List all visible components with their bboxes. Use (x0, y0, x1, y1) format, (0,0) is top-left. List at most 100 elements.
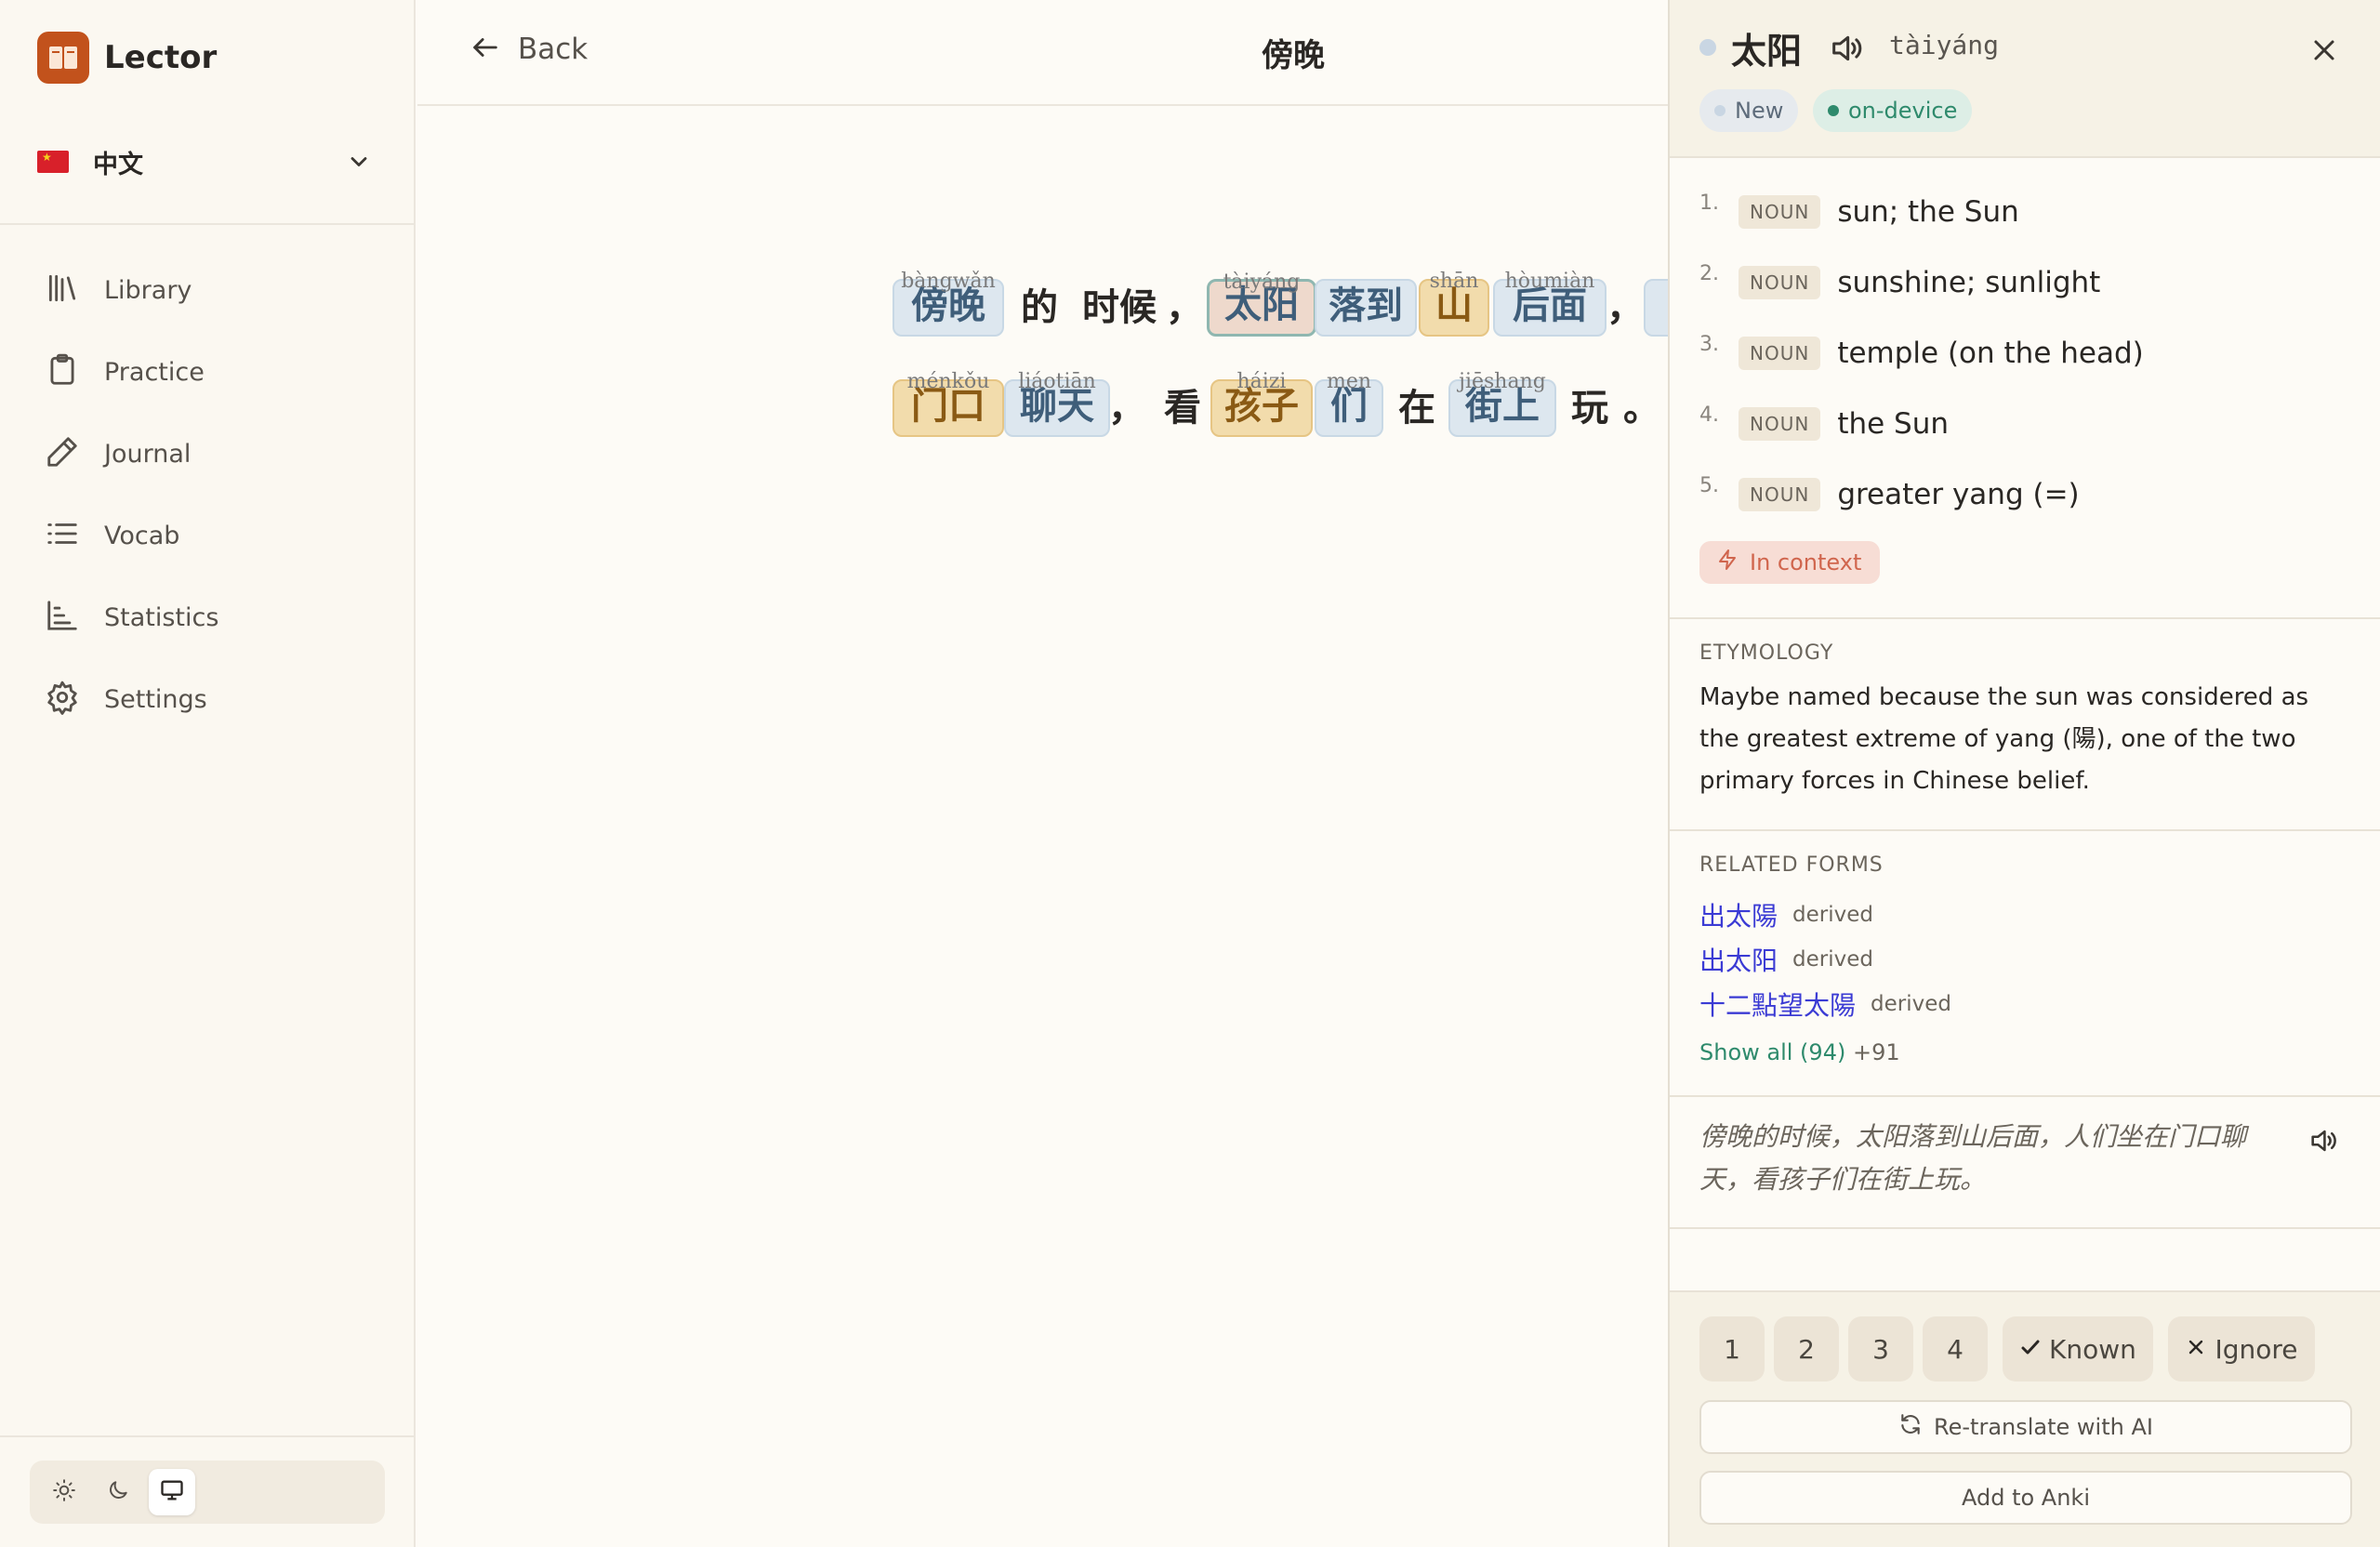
close-icon[interactable] (2307, 33, 2341, 71)
retranslate-button[interactable]: Re-translate with AI (1699, 1400, 2352, 1454)
word-token[interactable]: men 们 (1315, 370, 1383, 437)
app-name: Lector (104, 39, 218, 76)
punctuation: 。 (1621, 379, 1662, 437)
ignore-label: Ignore (2215, 1333, 2298, 1365)
brand[interactable]: Lector (37, 32, 217, 84)
x-icon (2185, 1334, 2207, 1365)
etymology-text: Maybe named because the sun was consider… (1699, 683, 2309, 795)
word-token[interactable]: háizi 孩子 (1210, 370, 1313, 437)
related-form-link[interactable]: 出太陽 (1699, 896, 1778, 933)
source-badge: on-device (1813, 89, 1973, 132)
document-title: 傍晚 (1262, 37, 1325, 74)
related-form-item: 出太阳 derived (1699, 937, 1951, 982)
known-button[interactable]: Known (2003, 1316, 2153, 1382)
word-text: ， (1108, 387, 1145, 430)
word-token[interactable]: ménkǒu 门口 (892, 370, 1004, 437)
word-token[interactable]: 的 (1012, 279, 1067, 337)
definition-number: 1. (1699, 192, 1719, 215)
add-to-anki-label: Add to Anki (1961, 1485, 2090, 1511)
theme-dark-button[interactable] (95, 1469, 141, 1515)
word-token[interactable]: 在 (1389, 379, 1445, 437)
sidebar-item-label: Settings (104, 684, 207, 714)
sidebar-item-label: Library (104, 275, 192, 305)
language-select[interactable]: 中文 (37, 138, 379, 186)
list-icon (45, 516, 80, 555)
word-token-clipped[interactable] (1644, 279, 1668, 337)
in-context-button[interactable]: In context (1699, 541, 1881, 584)
definitions-list: 1. NOUN sun; the Sun 2. NOUN sunshine; s… (1699, 177, 2350, 530)
pinyin-annotation: ménkǒu (906, 370, 990, 393)
part-of-speech-badge: NOUN (1739, 407, 1821, 441)
word-text: ， (1166, 286, 1203, 329)
pinyin-annotation: shān (1429, 270, 1479, 293)
definition-text: sunshine; sunlight (1837, 266, 2101, 299)
related-form-item: 出太陽 derived (1699, 892, 1951, 937)
word-token[interactable]: shān 山 (1419, 270, 1489, 337)
sidebar-item-journal[interactable]: Journal (0, 413, 416, 495)
punctuation: ， (1606, 279, 1644, 337)
word-token[interactable]: 玩 (1562, 379, 1618, 437)
add-to-anki-button[interactable]: Add to Anki (1699, 1471, 2352, 1525)
definition-item: 1. NOUN sun; the Sun (1699, 177, 2350, 247)
related-form-link[interactable]: 十二點望太陽 (1699, 985, 1856, 1023)
sidebar-item-statistics[interactable]: Statistics (0, 576, 416, 658)
rating-3-button[interactable]: 3 (1848, 1316, 1913, 1382)
word-token[interactable]: 看 (1155, 379, 1210, 437)
punctuation: ， (1108, 379, 1145, 437)
word-text: 落到 (1329, 284, 1403, 327)
book-logo-icon (37, 32, 89, 84)
rating-4-button[interactable]: 4 (1923, 1316, 1988, 1382)
definition-number: 2. (1699, 262, 1719, 285)
back-label: Back (518, 33, 588, 66)
panel-header: 太阳 tàiyáng New on-device (1670, 0, 2380, 158)
check-icon (2019, 1334, 2042, 1365)
section-divider (1670, 617, 2380, 619)
known-label: Known (2049, 1333, 2136, 1365)
related-form-link[interactable]: 出太阳 (1699, 941, 1778, 978)
speaker-icon[interactable] (1828, 30, 1865, 71)
back-button[interactable]: Back (469, 32, 588, 67)
sidebar-item-library[interactable]: Library (0, 249, 416, 331)
sidebar-item-label: Statistics (104, 602, 219, 632)
status-badge: New (1699, 89, 1799, 132)
rating-1-button[interactable]: 1 (1699, 1316, 1765, 1382)
theme-switcher (30, 1461, 385, 1524)
sidebar-item-label: Vocab (104, 521, 180, 550)
ignore-button[interactable]: Ignore (2168, 1316, 2315, 1382)
status-dot (1699, 39, 1716, 56)
definition-item: 2. NOUN sunshine; sunlight (1699, 247, 2350, 318)
theme-system-button[interactable] (149, 1469, 195, 1515)
word-token[interactable]: 时候 (1073, 279, 1166, 337)
word-token[interactable]: 落到 (1315, 279, 1417, 337)
word-token-selected[interactable]: tàiyáng 太阳 (1207, 271, 1316, 337)
etymology-heading: ETYMOLOGY (1699, 641, 1834, 665)
word-token[interactable]: hòumiàn 后面 (1493, 270, 1606, 337)
rating-2-button[interactable]: 2 (1774, 1316, 1839, 1382)
speaker-icon[interactable] (2307, 1125, 2339, 1160)
sidebar-item-vocab[interactable]: Vocab (0, 495, 416, 576)
reader-line: ménkǒu 门口 liáotiān 聊天 ， 看 háizi 孩子 men 们 在 j… (891, 361, 1668, 443)
word-token[interactable]: liáotiān 聊天 (1004, 370, 1110, 437)
sidebar: Lector 中文 Library Practice Journal (0, 0, 416, 1547)
theme-light-button[interactable] (41, 1469, 87, 1515)
definition-text: the Sun (1837, 407, 1950, 441)
source-badge-label: on-device (1848, 98, 1958, 124)
part-of-speech-badge: NOUN (1739, 478, 1821, 511)
word-token[interactable]: bàngwǎn 傍晚 (892, 270, 1004, 337)
in-context-label: In context (1750, 549, 1862, 575)
pinyin-annotation: liáotiān (1018, 370, 1096, 393)
part-of-speech-badge: NOUN (1739, 337, 1821, 370)
sidebar-divider (0, 223, 416, 225)
definition-item: 4. NOUN the Sun (1699, 389, 2350, 459)
definition-item: 5. NOUN greater yang (=) (1699, 459, 2350, 530)
panel-footer: 1 2 3 4 Known Ignore Re-translate with A… (1670, 1290, 2380, 1547)
pinyin-annotation: jiēshang (1459, 370, 1546, 393)
sidebar-item-practice[interactable]: Practice (0, 331, 416, 413)
show-all-link[interactable]: Show all (94) (1699, 1039, 1845, 1065)
related-form-item: 十二點望太陽 derived (1699, 982, 1951, 1026)
word-text: 的 (1021, 286, 1058, 329)
lightning-icon (1716, 549, 1750, 576)
word-token[interactable]: jiēshang 街上 (1448, 370, 1556, 437)
sidebar-item-settings[interactable]: Settings (0, 658, 416, 740)
word-pinyin: tàiyáng (1889, 30, 2000, 60)
